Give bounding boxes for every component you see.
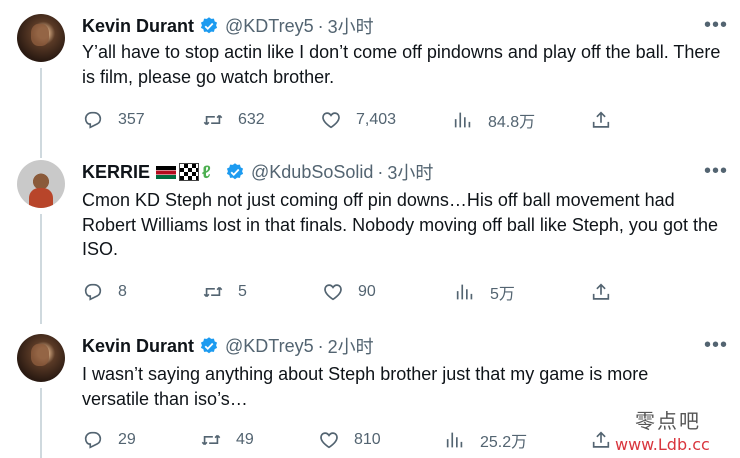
avatar[interactable]	[17, 334, 65, 382]
share-icon	[592, 111, 610, 128]
like-button[interactable]: 810	[318, 428, 381, 452]
more-options-icon[interactable]: •••	[704, 161, 727, 186]
like-button[interactable]: 7,403	[320, 108, 396, 132]
timestamp[interactable]: 2小时	[328, 333, 374, 359]
separator-dot: ·	[377, 161, 384, 182]
view-count: 5万	[490, 286, 515, 303]
avatar[interactable]	[17, 160, 65, 208]
reply-button[interactable]: 29	[82, 428, 136, 452]
analytics-icon	[446, 432, 463, 448]
verified-badge-icon	[226, 163, 244, 180]
retweet-icon	[201, 434, 221, 446]
retweet-count: 5	[238, 283, 247, 300]
retweet-count: 632	[238, 111, 265, 128]
action-bar: 8 5 90 5万	[82, 280, 622, 304]
retweet-button[interactable]: 5	[202, 280, 247, 304]
reply-count: 357	[118, 111, 145, 128]
handle[interactable]: @KDTrey5	[225, 336, 314, 357]
retweet-button[interactable]: 49	[200, 428, 254, 452]
display-name[interactable]: KERRIE	[82, 162, 150, 183]
retweet-count: 49	[236, 431, 254, 448]
share-button[interactable]	[590, 108, 612, 132]
tweet[interactable]: KERRIE ℓ @KdubSoSolid · 3小时 ••• Cmon KD …	[0, 150, 740, 322]
verified-badge-icon	[200, 17, 218, 34]
tweet[interactable]: Kevin Durant @KDTrey5 · 3小时 ••• Y’all ha…	[0, 0, 740, 150]
like-count: 90	[358, 283, 376, 300]
heart-icon	[324, 284, 342, 301]
reply-button[interactable]: 8	[82, 280, 127, 304]
more-options-icon[interactable]: •••	[704, 15, 727, 40]
watermark: 零点吧 www.Ldb.cc	[615, 405, 735, 455]
avatar[interactable]	[17, 14, 65, 62]
share-icon	[592, 283, 610, 300]
reply-icon	[84, 283, 102, 301]
display-name[interactable]: Kevin Durant	[82, 16, 194, 37]
kenya-flag-icon	[156, 165, 177, 179]
share-button[interactable]	[590, 428, 612, 452]
analytics-icon	[454, 112, 471, 128]
retweet-icon	[203, 286, 223, 298]
views-button[interactable]: 5万	[454, 280, 515, 304]
analytics-icon	[456, 284, 473, 300]
timestamp[interactable]: 3小时	[387, 159, 433, 185]
views-button[interactable]: 25.2万	[444, 428, 527, 452]
watermark-url: www.Ldb.cc	[615, 435, 710, 454]
reply-count: 29	[118, 431, 136, 448]
display-name[interactable]: Kevin Durant	[82, 336, 194, 357]
tweet-header: Kevin Durant @KDTrey5 · 2小时	[82, 334, 374, 358]
like-count: 810	[354, 431, 381, 448]
like-button[interactable]: 90	[322, 280, 376, 304]
handle[interactable]: @KdubSoSolid	[251, 162, 373, 183]
retweet-button[interactable]: 632	[202, 108, 265, 132]
handle[interactable]: @KDTrey5	[225, 16, 314, 37]
checkered-flag-icon	[179, 163, 200, 181]
more-options-icon[interactable]: •••	[704, 335, 727, 360]
action-bar: 29 49 810 25.2万	[82, 428, 622, 452]
verified-badge-icon	[200, 337, 218, 354]
tweet-header: Kevin Durant @KDTrey5 · 3小时	[82, 14, 374, 38]
tweet-text: I wasn’t saying anything about Steph bro…	[82, 364, 649, 409]
reply-count: 8	[118, 283, 127, 300]
view-count: 25.2万	[480, 434, 528, 451]
heart-icon	[320, 432, 338, 449]
watermark-chinese-text: 零点吧	[635, 409, 701, 433]
heart-icon	[322, 112, 340, 129]
like-count: 7,403	[356, 111, 397, 128]
separator-dot: ·	[317, 335, 324, 356]
share-button[interactable]	[590, 280, 612, 304]
timestamp[interactable]: 3小时	[328, 13, 374, 39]
tweet-header: KERRIE ℓ @KdubSoSolid · 3小时	[82, 160, 433, 184]
name-emoji: ℓ	[156, 163, 220, 181]
reply-icon	[84, 111, 102, 129]
reply-button[interactable]: 357	[82, 108, 145, 132]
reply-icon	[84, 431, 102, 449]
views-button[interactable]: 84.8万	[452, 108, 535, 132]
separator-dot: ·	[317, 15, 324, 36]
tweet-text: Cmon KD Steph not just coming off pin do…	[82, 190, 718, 259]
green-emblem-icon: ℓ	[202, 162, 211, 182]
share-icon	[592, 431, 610, 448]
view-count: 84.8万	[488, 114, 536, 131]
tweet-text: Y’all have to stop actin like I don’t co…	[82, 42, 721, 87]
retweet-icon	[203, 114, 223, 126]
action-bar: 357 632 7,403 84.8万	[82, 108, 622, 132]
